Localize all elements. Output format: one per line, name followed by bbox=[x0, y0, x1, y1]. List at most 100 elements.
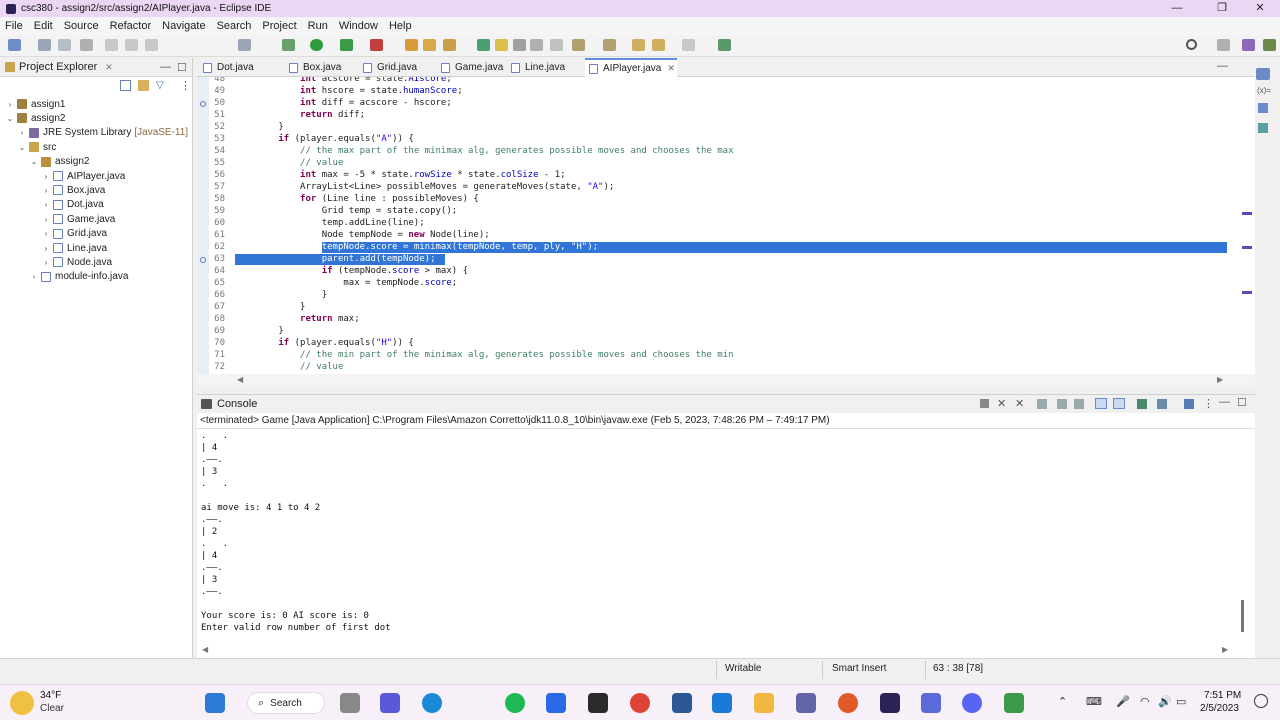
menu-source[interactable]: Source bbox=[64, 20, 99, 32]
console-menu-icon[interactable]: ⋮ bbox=[1203, 397, 1214, 410]
edge-icon[interactable] bbox=[422, 693, 442, 713]
task-view-icon[interactable] bbox=[340, 693, 360, 713]
override-marker-icon[interactable] bbox=[200, 257, 206, 263]
remove-all-launches-icon[interactable]: ✕ bbox=[1015, 397, 1024, 410]
save-icon[interactable] bbox=[38, 39, 51, 51]
minimize-console-icon[interactable]: — bbox=[1219, 396, 1230, 408]
start-icon[interactable] bbox=[205, 693, 225, 713]
wifi-icon[interactable]: ◠ bbox=[1140, 695, 1150, 708]
editor-tab[interactable]: Box.java bbox=[285, 58, 359, 77]
file-explorer-icon[interactable] bbox=[754, 693, 774, 713]
outline-icon[interactable] bbox=[1256, 68, 1270, 80]
menu-edit[interactable]: Edit bbox=[34, 20, 53, 32]
menu-run[interactable]: Run bbox=[308, 20, 328, 32]
maximize-console-icon[interactable]: ☐ bbox=[1237, 396, 1247, 409]
build-icon[interactable] bbox=[80, 39, 93, 51]
code-line[interactable]: return max; bbox=[235, 314, 360, 324]
minimize-view-icon[interactable]: — bbox=[160, 61, 171, 73]
code-line[interactable]: // value bbox=[235, 362, 343, 372]
code-line[interactable]: return diff; bbox=[235, 110, 365, 120]
toggle-mark-icon[interactable] bbox=[495, 39, 508, 51]
tree-item[interactable]: › JRE System Library [JavaSE-11] bbox=[18, 126, 188, 140]
teams-icon[interactable] bbox=[796, 693, 816, 713]
code-line[interactable]: // value bbox=[235, 158, 343, 168]
expand-toggle-icon[interactable]: ⌄ bbox=[30, 157, 38, 166]
code-line[interactable]: int diff = acscore - hscore; bbox=[235, 98, 452, 108]
discord-icon[interactable] bbox=[962, 693, 982, 713]
code-line[interactable]: int hscore = state.humanScore; bbox=[235, 86, 463, 96]
maximize-view-icon[interactable]: ☐ bbox=[177, 61, 187, 74]
word-wrap-console-icon[interactable] bbox=[1074, 399, 1084, 409]
code-line[interactable]: for (Line line : possibleMoves) { bbox=[235, 194, 479, 204]
tree-item[interactable]: › module-info.java bbox=[30, 270, 129, 284]
code-line[interactable]: // the max part of the minimax alg, gene… bbox=[235, 146, 733, 156]
code-line[interactable]: } bbox=[235, 290, 327, 300]
tree-item[interactable]: ⌄ assign2 bbox=[6, 111, 66, 125]
scroll-right-icon[interactable]: ▶ bbox=[1217, 375, 1223, 384]
code-editor[interactable]: 48 int acscore = state.AIscore; 49 int hs… bbox=[197, 77, 1255, 374]
last-edit-icon[interactable] bbox=[632, 39, 645, 51]
show-stderr-icon[interactable] bbox=[1113, 398, 1125, 409]
display-console-icon[interactable] bbox=[1157, 399, 1167, 409]
code-line[interactable]: if (player.equals("A")) { bbox=[235, 134, 414, 144]
scroll-left-icon[interactable]: ◀ bbox=[237, 375, 243, 384]
run-icon[interactable] bbox=[310, 39, 323, 51]
prev-annotation-icon[interactable] bbox=[603, 39, 616, 51]
code-line[interactable]: // the min part of the minimax alg, gene… bbox=[235, 350, 733, 360]
app-k-icon[interactable] bbox=[588, 693, 608, 713]
weather-icon[interactable] bbox=[10, 691, 34, 715]
next-annotation-icon[interactable] bbox=[572, 39, 585, 51]
view-menu-icon[interactable]: ⋮ bbox=[180, 79, 191, 92]
close-view-icon[interactable]: ✕ bbox=[105, 62, 113, 73]
spotify-icon[interactable] bbox=[505, 693, 525, 713]
expand-toggle-icon[interactable]: › bbox=[42, 172, 50, 181]
expand-toggle-icon[interactable]: ⌄ bbox=[6, 114, 14, 123]
menu-file[interactable]: File bbox=[5, 20, 23, 32]
code-line[interactable]: if (player.equals("H")) { bbox=[235, 338, 414, 348]
variables-icon[interactable]: (x)= bbox=[1257, 86, 1271, 95]
taskbar-search[interactable]: ⌕ Search bbox=[247, 692, 325, 714]
word-icon[interactable] bbox=[672, 693, 692, 713]
expressions-icon[interactable] bbox=[1258, 123, 1268, 133]
editor-tab[interactable]: Line.java bbox=[507, 58, 581, 77]
editor-tab[interactable]: Game.java bbox=[437, 58, 511, 77]
chrome-icon[interactable] bbox=[630, 693, 650, 713]
console-scroll-right-icon[interactable]: ▶ bbox=[1222, 645, 1228, 654]
code-line[interactable]: if (tempNode.score > max) { bbox=[235, 266, 468, 276]
code-line[interactable]: int max = -5 * state.rowSize * state.col… bbox=[235, 170, 566, 180]
skip-breakpoints-icon[interactable] bbox=[238, 39, 251, 51]
expand-toggle-icon[interactable]: › bbox=[42, 186, 50, 195]
expand-toggle-icon[interactable]: › bbox=[42, 200, 50, 209]
menu-project[interactable]: Project bbox=[262, 20, 296, 32]
menu-window[interactable]: Window bbox=[339, 20, 378, 32]
pin-editor-icon[interactable] bbox=[718, 39, 731, 51]
remove-launch-icon[interactable]: ✕ bbox=[997, 397, 1006, 410]
menu-search[interactable]: Search bbox=[217, 20, 252, 32]
code-line[interactable]: temp.addLine(line); bbox=[235, 218, 425, 228]
terminate-console-icon[interactable] bbox=[980, 399, 989, 408]
forward-icon[interactable] bbox=[682, 39, 695, 51]
console-scrollbar-thumb[interactable] bbox=[1241, 600, 1244, 632]
new-package-icon[interactable] bbox=[423, 39, 436, 51]
code-line[interactable]: tempNode.score = minimax(tempNode, temp,… bbox=[235, 242, 599, 252]
code-line[interactable]: } bbox=[235, 122, 283, 132]
microphone-icon[interactable]: 🎤 bbox=[1116, 695, 1130, 708]
menu-help[interactable]: Help bbox=[389, 20, 412, 32]
override-marker-icon[interactable] bbox=[200, 101, 206, 107]
breakpoints-icon[interactable] bbox=[1258, 103, 1268, 113]
menu-navigate[interactable]: Navigate bbox=[162, 20, 205, 32]
expand-toggle-icon[interactable]: ⌄ bbox=[18, 143, 26, 152]
code-line[interactable]: parent.add(tempNode); bbox=[235, 254, 436, 264]
tree-item[interactable]: › assign1 bbox=[6, 97, 66, 111]
debug-icon[interactable] bbox=[282, 39, 295, 51]
tree-item[interactable]: › Dot.java bbox=[42, 198, 104, 212]
external-tools-icon[interactable] bbox=[370, 39, 383, 51]
expand-toggle-icon[interactable]: › bbox=[18, 128, 26, 137]
restore-icon[interactable]: ❐ bbox=[1205, 0, 1239, 17]
console-scroll-left-icon[interactable]: ◀ bbox=[202, 645, 208, 654]
expand-toggle-icon[interactable]: › bbox=[42, 229, 50, 238]
close-icon[interactable]: ✕ bbox=[1243, 0, 1277, 17]
minimize-icon[interactable]: — bbox=[1160, 0, 1194, 17]
minimize-editor-area-icon[interactable]: — bbox=[1217, 60, 1228, 72]
expand-toggle-icon[interactable]: › bbox=[42, 244, 50, 253]
